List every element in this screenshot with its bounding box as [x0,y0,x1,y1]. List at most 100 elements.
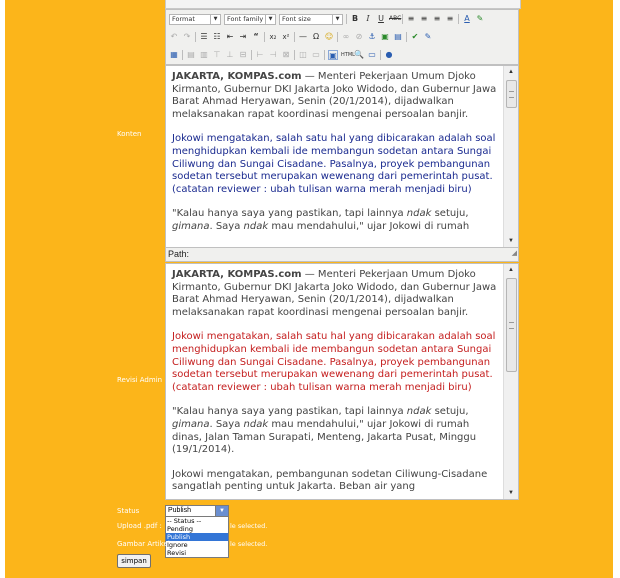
path-label: Path: [168,249,190,259]
emoticon-icon[interactable]: ☺ [324,32,334,42]
text-run: . Saya [209,418,244,430]
chevron-down-icon: ▼ [210,14,220,24]
align-justify-icon[interactable]: ≡ [445,14,455,24]
gambar-artikel-file-status[interactable]: le selected. [230,540,267,548]
simpan-button[interactable]: simpan [117,554,151,568]
fullscreen-icon[interactable]: ▭ [367,50,377,60]
subscript-icon[interactable]: x₂ [268,32,278,42]
split-cells-icon[interactable]: ◫ [298,50,308,60]
path-statusbar: Path: ◢ [165,247,519,262]
upload-pdf-label: Upload .pdf : [117,522,162,530]
status-selected-value: Publish [168,507,191,514]
link-icon[interactable]: ∞ [341,32,351,42]
chevron-down-icon[interactable]: ▼ [215,506,228,516]
konten-editor-content[interactable]: JAKARTA, KOMPAS.com — Menteri Pekerjaan … [166,66,504,247]
highlight-color-icon[interactable]: ✎ [475,14,485,24]
numbered-list-icon[interactable]: ☷ [212,32,222,42]
delete-col-icon[interactable]: ⊠ [281,50,291,60]
konten-paragraph-3: "Kalau hanya saya yang pastikan, tapi la… [172,208,498,233]
format-select[interactable]: Format ▼ [169,13,221,25]
text-run: mau mendahului," ujar Jokowi di rumah [268,220,470,232]
visual-aid-icon[interactable]: ▣ [328,50,338,60]
special-char-icon[interactable]: Ω [311,32,321,42]
text-run: "Kalau hanya saya yang pastikan, tapi la… [172,208,407,220]
status-option[interactable]: Pending [166,525,228,533]
konten-editor[interactable]: JAKARTA, KOMPAS.com — Menteri Pekerjaan … [165,65,519,248]
upload-pdf-file-status[interactable]: le selected. [230,522,267,530]
toolbar-row-1: Format ▼ Font family ▼ Font size ▼ B I U AB… [169,12,485,26]
revisi-paragraph-3: "Kalau hanya saya yang pastikan, tapi la… [172,406,498,456]
bold-icon[interactable]: B [350,14,360,24]
font-family-select[interactable]: Font family ▼ [224,13,276,25]
insert-row-before-icon[interactable]: ⊤ [212,50,222,60]
separator [182,50,183,60]
scroll-up-icon[interactable]: ▲ [504,264,518,276]
revisi-admin-label: Revisi Admin [117,376,163,384]
insert-row-after-icon[interactable]: ⊥ [225,50,235,60]
separator [380,50,381,60]
chevron-down-icon: ▼ [265,14,275,24]
status-option[interactable]: Revisi [166,549,228,557]
scroll-down-icon[interactable]: ▼ [504,235,518,247]
cleanup-icon[interactable]: ✔ [410,32,420,42]
resize-handle-icon[interactable]: ◢ [512,247,517,260]
scroll-down-icon[interactable]: ▼ [504,487,518,499]
blockquote-icon[interactable]: “ [251,32,261,42]
separator [337,32,338,42]
konten-paragraph-1: JAKARTA, KOMPAS.com — Menteri Pekerjaan … [172,71,498,121]
bullet-list-icon[interactable]: ☰ [199,32,209,42]
row-props-icon[interactable]: ▤ [186,50,196,60]
html-source-icon[interactable]: HTML [341,50,355,60]
cell-props-icon[interactable]: ▥ [199,50,209,60]
format-select-label: Format [172,15,195,23]
align-right-icon[interactable]: ≡ [432,14,442,24]
status-option[interactable]: Ignore [166,541,228,549]
insert-col-before-icon[interactable]: ⊢ [255,50,265,60]
revisi-admin-editor[interactable]: JAKARTA, KOMPAS.com — Menteri Pekerjaan … [165,263,519,500]
merge-cells-icon[interactable]: ▭ [311,50,321,60]
revisi-scrollbar[interactable]: ▲ ▼ [503,264,518,499]
anchor-icon[interactable]: ⚓ [367,32,377,42]
status-option[interactable]: -- Status -- [166,517,228,525]
status-dropdown-list: -- Status -- Pending Publish Ignore Revi… [165,516,229,558]
italic-run: gimana [172,220,210,232]
italic-run: ndak [243,418,269,430]
revisi-editor-content[interactable]: JAKARTA, KOMPAS.com — Menteri Pekerjaan … [166,264,504,499]
media-icon[interactable]: ▤ [393,32,403,42]
redo-icon[interactable]: ↷ [182,32,192,42]
text-run: setuju, [431,208,469,220]
image-icon[interactable]: ▣ [380,32,390,42]
separator [402,14,403,24]
delete-row-icon[interactable]: ⊟ [238,50,248,60]
horizontal-rule-icon[interactable]: — [298,32,308,42]
separator [458,14,459,24]
konten-scrollbar[interactable]: ▲ ▼ [503,66,518,247]
align-left-icon[interactable]: ≡ [406,14,416,24]
separator [294,50,295,60]
superscript-icon[interactable]: x² [281,32,291,42]
preview-icon[interactable]: 🔍 [354,50,364,60]
table-icon[interactable]: ▦ [169,50,179,60]
editor-toolbar: Format ▼ Font family ▼ Font size ▼ B I U AB… [165,9,519,65]
revisi-paragraph-4: Jokowi mengatakan, pembangunan sodetan C… [172,468,488,493]
scroll-thumb[interactable] [506,80,517,108]
text-color-icon[interactable]: A [462,14,472,24]
font-family-select-label: Font family [227,15,264,23]
font-size-select[interactable]: Font size ▼ [279,13,343,25]
separator [264,32,265,42]
status-option-selected[interactable]: Publish [166,533,228,541]
help-icon[interactable]: ● [384,50,394,60]
edit-css-icon[interactable]: ✎ [423,32,433,42]
unlink-icon[interactable]: ⊘ [354,32,364,42]
italic-icon[interactable]: I [363,14,373,24]
insert-col-after-icon[interactable]: ⊣ [268,50,278,60]
scroll-thumb[interactable] [506,278,517,372]
align-center-icon[interactable]: ≡ [419,14,429,24]
indent-icon[interactable]: ⇥ [238,32,248,42]
separator [324,50,325,60]
strikethrough-icon[interactable]: ABC [389,14,401,24]
underline-icon[interactable]: U [376,14,386,24]
scroll-up-icon[interactable]: ▲ [504,66,518,78]
outdent-icon[interactable]: ⇤ [225,32,235,42]
undo-icon[interactable]: ↶ [169,32,179,42]
